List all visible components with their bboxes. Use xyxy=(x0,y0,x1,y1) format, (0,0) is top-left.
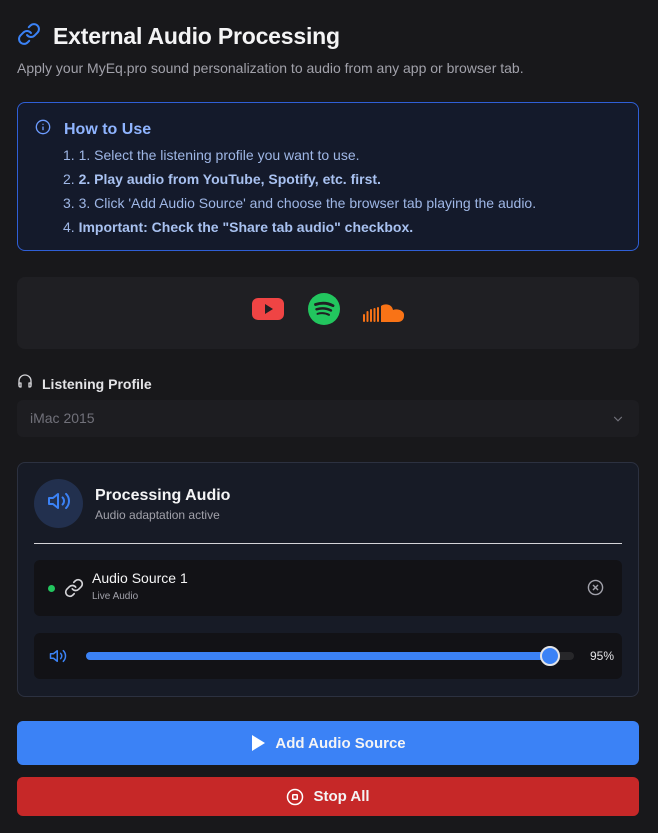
info-icon xyxy=(35,119,51,140)
speaker-icon-badge xyxy=(34,479,83,528)
step-number: 4. xyxy=(63,219,75,235)
listening-profile-label: Listening Profile xyxy=(17,373,152,394)
status-dot xyxy=(48,585,55,592)
volume-slider[interactable] xyxy=(86,646,574,666)
step-text: 3. Click 'Add Audio Source' and choose t… xyxy=(78,195,537,211)
stop-all-label: Stop All xyxy=(313,788,370,805)
how-to-use-title: How to Use xyxy=(64,120,152,138)
processing-subtitle: Audio adaptation active xyxy=(95,508,220,522)
chevron-down-icon xyxy=(611,412,625,431)
step-text: 1. Select the listening profile you want… xyxy=(78,147,360,163)
remove-source-close-icon[interactable] xyxy=(587,579,604,601)
link-icon xyxy=(17,22,41,51)
step-text: Important: Check the "Share tab audio" c… xyxy=(78,219,414,235)
volume-percent: 95% xyxy=(589,649,614,663)
listening-profile-title: Listening Profile xyxy=(42,375,152,392)
page-header: External Audio Processing xyxy=(17,22,340,51)
audio-source-type: Live Audio xyxy=(92,591,139,602)
volume-control: 95% xyxy=(34,633,622,679)
supported-apps-bar xyxy=(17,277,639,349)
how-to-use-header: How to Use xyxy=(35,119,151,140)
spotify-logo-icon xyxy=(308,293,340,330)
audio-source-item: Audio Source 1 Live Audio xyxy=(34,560,622,616)
listening-profile-select[interactable]: iMac 2015 xyxy=(17,400,639,437)
step-number: 3. xyxy=(63,195,75,211)
step-item: 2. 2. Play audio from YouTube, Spotify, … xyxy=(63,168,536,192)
step-number: 1. xyxy=(63,147,75,163)
speaker-icon xyxy=(47,489,71,518)
volume-icon xyxy=(49,647,67,670)
step-item: 1. 1. Select the listening profile you w… xyxy=(63,144,536,168)
audio-source-name: Audio Source 1 xyxy=(92,570,188,586)
selected-profile-value: iMac 2015 xyxy=(30,410,95,426)
processing-title: Processing Audio xyxy=(95,487,231,504)
divider xyxy=(34,543,622,544)
step-text: 2. Play audio from YouTube, Spotify, etc… xyxy=(78,171,381,187)
play-icon xyxy=(250,734,266,752)
step-item: 4. Important: Check the "Share tab audio… xyxy=(63,216,536,240)
page-title: External Audio Processing xyxy=(53,23,340,49)
volume-slider-thumb[interactable] xyxy=(539,646,560,666)
volume-slider-fill xyxy=(86,652,550,660)
how-to-use-box: How to Use 1. 1. Select the listening pr… xyxy=(17,102,639,251)
add-audio-source-label: Add Audio Source xyxy=(275,734,406,752)
step-item: 3. 3. Click 'Add Audio Source' and choos… xyxy=(63,192,536,216)
soundcloud-logo-icon xyxy=(363,303,405,328)
step-number: 2. xyxy=(63,171,75,187)
headphones-icon xyxy=(17,373,33,394)
youtube-logo-icon xyxy=(252,298,284,325)
stop-all-button[interactable]: Stop All xyxy=(17,777,639,816)
stop-circle-icon xyxy=(286,788,304,806)
page-subtitle: Apply your MyEq.pro sound personalizatio… xyxy=(17,60,524,76)
add-audio-source-button[interactable]: Add Audio Source xyxy=(17,721,639,765)
how-to-steps: 1. 1. Select the listening profile you w… xyxy=(63,144,536,240)
link-icon xyxy=(64,578,84,603)
processing-panel: Processing Audio Audio adaptation active… xyxy=(17,462,639,697)
